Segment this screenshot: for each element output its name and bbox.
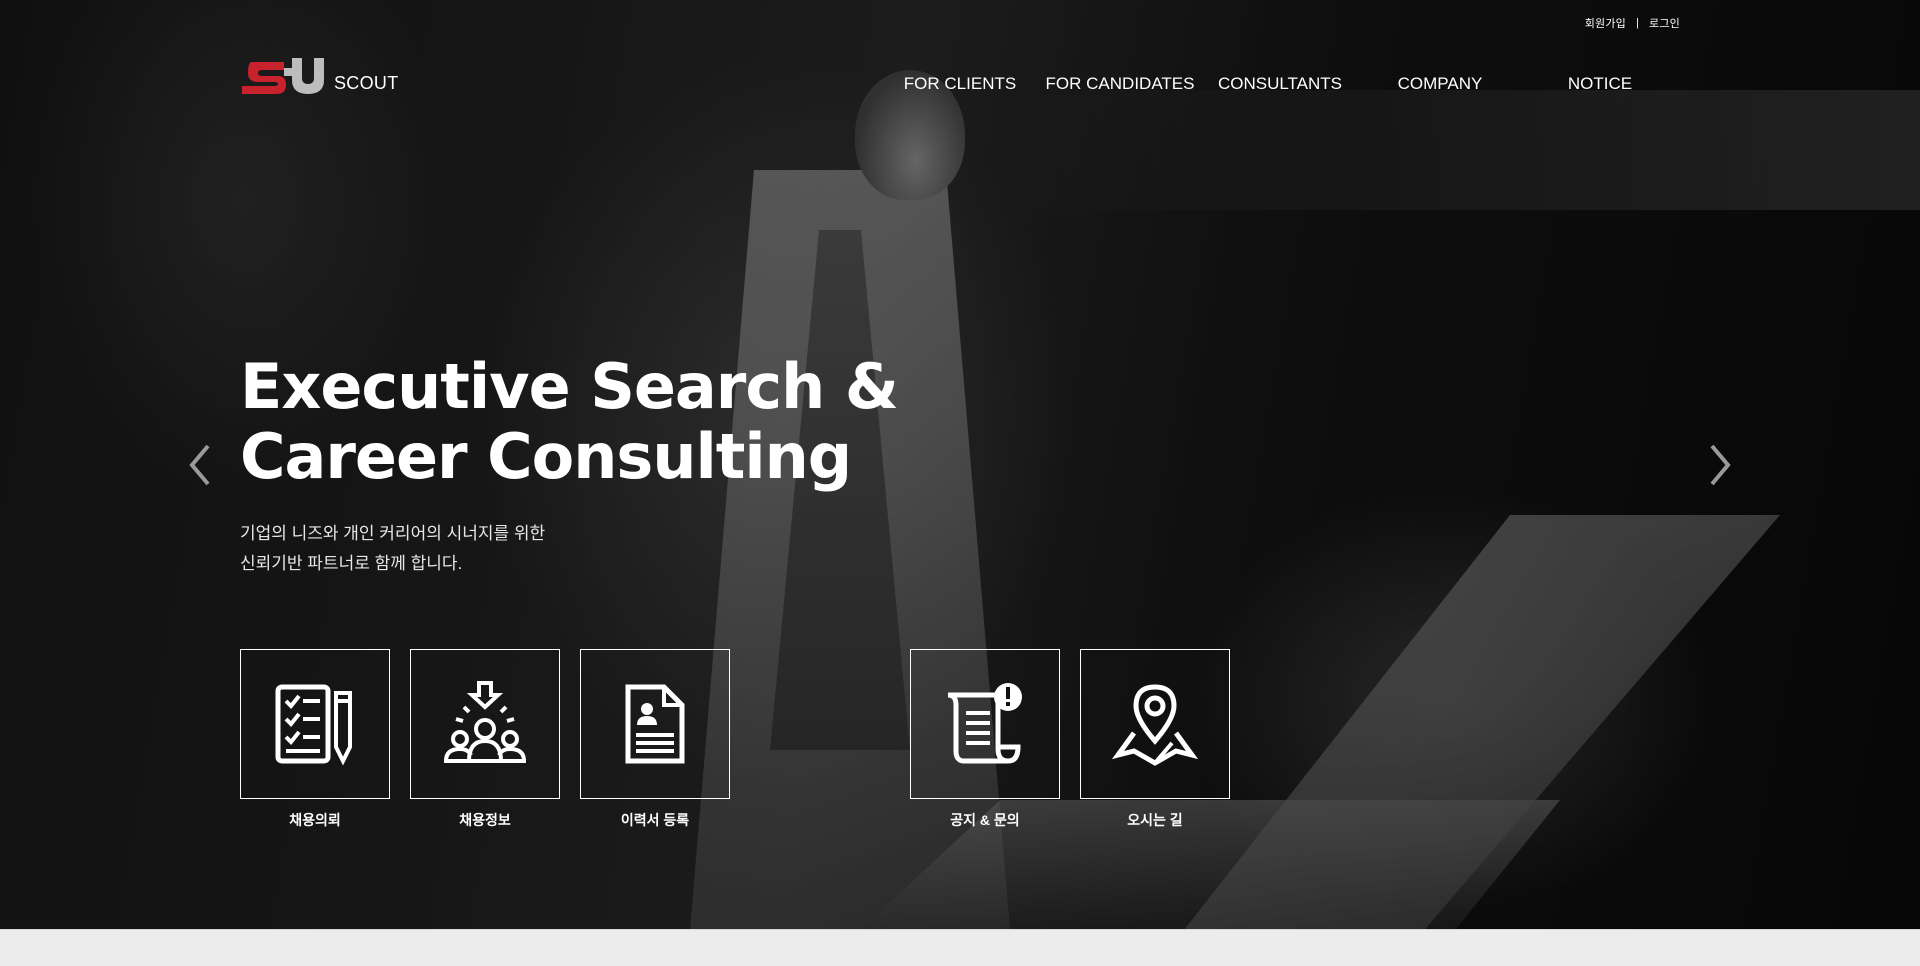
login-link[interactable]: 로그인 — [1649, 15, 1680, 31]
nav-item-notice[interactable]: NOTICE — [1568, 74, 1632, 94]
hero-banner: 회원가입 | 로그인 SCOUT FOR CLIENTS FOR CANDIDA… — [0, 0, 1920, 929]
hero-subtitle: 기업의 니즈와 개인 커리어의 시너지를 위한 신뢰기반 파트너로 함께 합니다… — [240, 519, 545, 579]
chevron-left-icon — [189, 444, 210, 486]
quick-link-label: 오시는 길 — [1127, 812, 1183, 828]
map-pin-icon — [1112, 684, 1198, 766]
quick-link-label: 채용정보 — [459, 812, 511, 828]
utility-links: 회원가입 | 로그인 — [1585, 15, 1680, 31]
quick-link-box — [580, 649, 730, 799]
slider-next-button[interactable] — [1704, 440, 1734, 490]
nav-item-consultants[interactable]: CONSULTANTS — [1218, 74, 1342, 94]
quick-link-label: 채용의뢰 — [289, 812, 341, 828]
scroll-alert-icon — [947, 683, 1022, 764]
quick-link-resume-register[interactable]: 이력서 등록 — [580, 649, 730, 830]
resume-document-icon — [625, 684, 685, 764]
nav-item-for-clients[interactable]: FOR CLIENTS — [904, 74, 1016, 94]
nav-item-for-candidates[interactable]: FOR CANDIDATES — [1046, 74, 1195, 94]
hero-subtitle-line1: 기업의 니즈와 개인 커리어의 시너지를 위한 — [240, 524, 546, 543]
nav-item-company[interactable]: COMPANY — [1398, 74, 1483, 94]
quick-link-job-info[interactable]: 채용정보 — [410, 649, 560, 830]
checklist-pencil-icon — [275, 684, 352, 766]
utility-separator: | — [1635, 17, 1640, 29]
quick-link-box — [1080, 649, 1230, 799]
chevron-right-icon — [1710, 444, 1731, 486]
quick-link-directions[interactable]: 오시는 길 — [1080, 649, 1230, 830]
quick-link-notice-inquiry[interactable]: 공지 & 문의 — [910, 649, 1060, 830]
main-nav: FOR CLIENTS FOR CANDIDATES CONSULTANTS C… — [0, 74, 1920, 98]
signup-link[interactable]: 회원가입 — [1585, 15, 1626, 31]
hero-subtitle-line2: 신뢰기반 파트너로 함께 합니다. — [240, 554, 463, 573]
quick-link-box — [240, 649, 390, 799]
hero-title-line1: Executive Search & — [240, 350, 899, 423]
hero-title: Executive Search & Career Consulting — [240, 350, 899, 493]
content-area-top — [0, 929, 1920, 966]
quick-link-label: 공지 & 문의 — [950, 812, 1020, 828]
quick-link-label: 이력서 등록 — [620, 812, 690, 828]
quick-link-box — [410, 649, 560, 799]
quick-link-box — [910, 649, 1060, 799]
quick-link-job-request[interactable]: 채용의뢰 — [240, 649, 390, 830]
group-download-icon — [444, 681, 526, 763]
hero-title-line2: Career Consulting — [240, 420, 852, 493]
slider-prev-button[interactable] — [186, 440, 216, 490]
